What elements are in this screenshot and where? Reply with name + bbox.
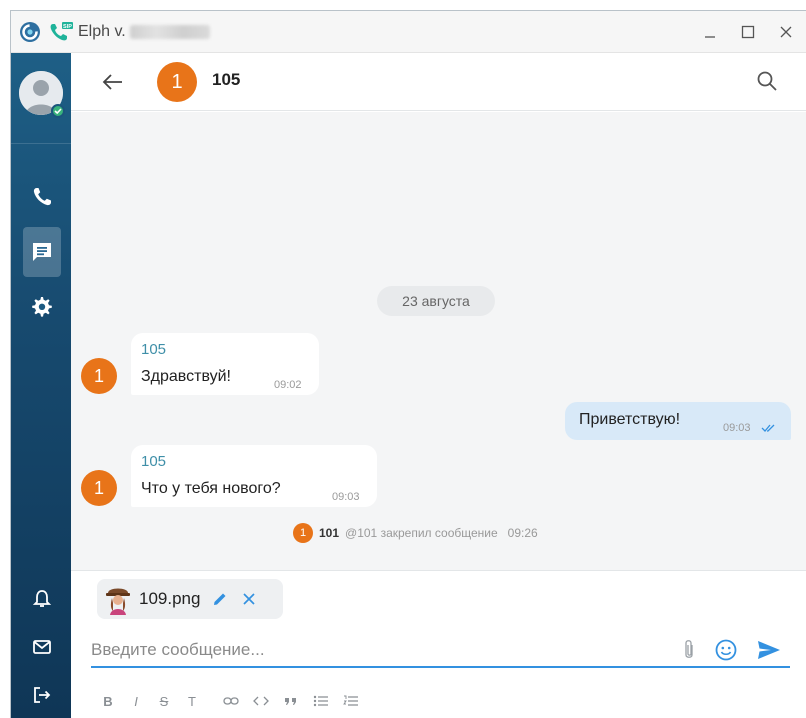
numbered-list-button[interactable]	[341, 691, 361, 711]
sidebar-item-logout[interactable]	[26, 679, 58, 711]
message-text: Что у тебя нового?	[141, 480, 281, 497]
incoming-message[interactable]: 105 Что у тебя нового? 09:03	[131, 445, 377, 507]
outgoing-message[interactable]: Приветствую! 09:03	[565, 402, 791, 440]
app-logo-icon	[19, 21, 41, 43]
image-thumbnail-icon	[106, 588, 130, 615]
chat-header: 1 105	[71, 53, 806, 111]
sidebar	[11, 53, 71, 718]
sidebar-item-settings[interactable]	[26, 291, 58, 323]
italic-button[interactable]: I	[127, 691, 145, 711]
link-icon	[223, 697, 239, 705]
code-button[interactable]	[251, 691, 271, 711]
paperclip-icon[interactable]	[682, 639, 696, 661]
system-avatar: 1	[293, 523, 313, 543]
message-input[interactable]	[91, 638, 651, 662]
message-avatar[interactable]: 1	[81, 358, 117, 394]
strikethrough-button[interactable]: S	[155, 691, 173, 711]
numbered-list-icon	[343, 695, 358, 706]
search-button[interactable]	[756, 70, 778, 92]
app-title-text: Elph v.	[78, 22, 126, 40]
bullet-list-icon	[313, 695, 328, 707]
sidebar-divider	[11, 143, 71, 144]
pencil-icon[interactable]	[212, 591, 228, 607]
message-list[interactable]: 23 августа 1 105 Здравствуй! 09:02 Приве…	[71, 112, 806, 570]
message-time: 09:03	[332, 491, 360, 503]
sip-phone-icon: SIP	[48, 21, 74, 43]
sidebar-item-mail[interactable]	[26, 631, 58, 663]
phone-icon	[33, 188, 51, 206]
composer: 109.png B I S	[71, 570, 806, 718]
quote-icon	[285, 698, 296, 705]
message-sender: 105	[141, 453, 167, 470]
message-sender: 105	[141, 341, 167, 358]
attachment-chip[interactable]: 109.png	[97, 579, 283, 619]
search-icon	[757, 71, 777, 91]
sidebar-item-notifications[interactable]	[26, 583, 58, 615]
message-text: Приветствую!	[579, 411, 681, 428]
sidebar-item-calls[interactable]	[26, 181, 58, 213]
app-title: Elph v.	[78, 23, 210, 41]
system-text: @101 закрепил сообщение	[345, 526, 498, 540]
window-controls	[702, 11, 794, 53]
double-check-icon	[761, 424, 775, 432]
app-window: SIP Elph v. 1 105 23 августа 1 105 Здрав…	[10, 10, 806, 718]
emoji-icon[interactable]	[714, 638, 738, 662]
gear-icon	[32, 297, 52, 317]
minimize-button[interactable]	[702, 24, 718, 40]
arrow-left-icon	[102, 74, 122, 90]
link-button[interactable]	[221, 691, 241, 711]
message-text: Здравствуй!	[141, 368, 231, 385]
bullet-list-button[interactable]	[311, 691, 331, 711]
bold-button[interactable]: B	[99, 691, 117, 711]
send-icon[interactable]	[756, 638, 782, 662]
message-avatar[interactable]: 1	[81, 470, 117, 506]
incoming-message[interactable]: 105 Здравствуй! 09:02	[131, 333, 319, 395]
system-message: 1 101 @101 закрепил сообщение 09:26	[293, 522, 538, 544]
format-toolbar: B I S T	[99, 691, 361, 711]
bell-icon	[32, 590, 52, 607]
message-input-row	[91, 634, 790, 668]
date-divider: 23 августа	[377, 286, 495, 316]
app-version-redacted	[129, 24, 210, 39]
chat-title: 105	[212, 70, 241, 89]
title-bar: SIP Elph v.	[11, 11, 806, 53]
text-style-button[interactable]: T	[183, 691, 201, 711]
close-icon[interactable]	[242, 592, 256, 606]
chat-icon	[33, 243, 51, 261]
system-user: 101	[319, 526, 340, 540]
sidebar-item-chats[interactable]	[23, 227, 61, 277]
logout-icon	[34, 687, 51, 703]
online-status-icon	[51, 104, 65, 118]
back-button[interactable]	[102, 72, 124, 92]
message-time: 09:02	[274, 379, 302, 391]
mail-icon	[33, 640, 51, 654]
code-icon	[253, 696, 269, 706]
quote-button[interactable]	[281, 691, 301, 711]
system-time: 09:26	[507, 526, 538, 540]
close-window-button[interactable]	[778, 24, 794, 40]
maximize-button[interactable]	[740, 24, 756, 40]
attachment-name: 109.png	[139, 589, 201, 608]
message-time: 09:03	[723, 422, 751, 434]
svg-text:SIP: SIP	[63, 24, 72, 30]
chat-avatar[interactable]: 1	[157, 62, 197, 102]
